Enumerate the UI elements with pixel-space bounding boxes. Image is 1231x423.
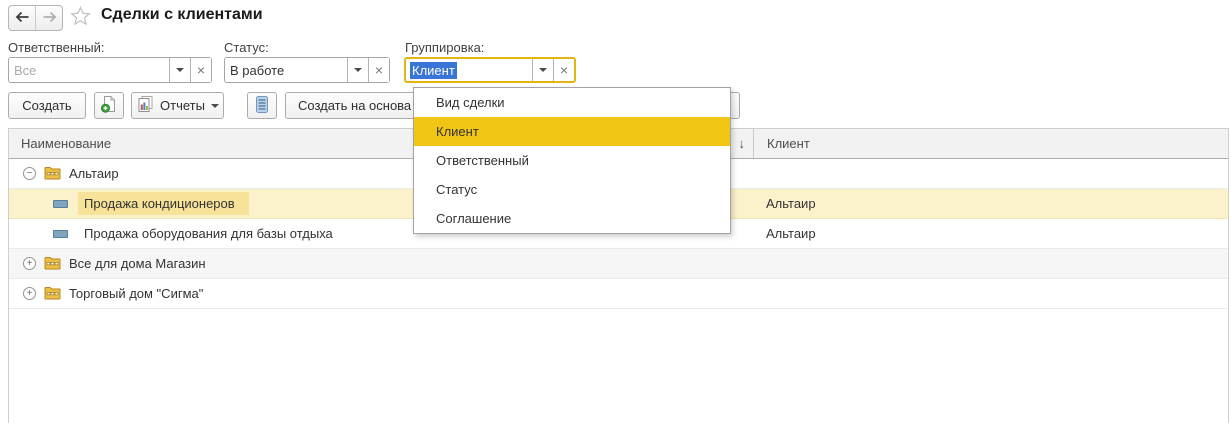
group-name: Все для дома Магазин (69, 256, 206, 271)
group-folder-icon (44, 257, 61, 270)
status-field: × (224, 57, 390, 83)
chevron-down-icon (176, 68, 184, 72)
grouping-dropdown: Вид сделки Клиент Ответственный Статус Согла… (413, 87, 731, 234)
deal-item-icon (53, 199, 68, 208)
dropdown-option[interactable]: Ответственный (414, 146, 730, 175)
deal-name: Продажа оборудования для базы отдыха (84, 226, 333, 241)
grouping-input[interactable]: Клиент (406, 59, 532, 81)
status-input[interactable] (225, 58, 347, 82)
grouping-clear-button[interactable]: × (553, 59, 574, 81)
grouping-dropdown-button[interactable] (532, 59, 553, 81)
forward-icon (42, 11, 57, 26)
group-name: Альтаир (69, 166, 119, 181)
new-document-plus-icon (100, 95, 118, 116)
dropdown-option[interactable]: Статус (414, 175, 730, 204)
filter-label-grouping: Группировка: (405, 40, 485, 55)
cell-name: + Все для дома Магазин (9, 249, 753, 278)
cell-client: Альтаир (766, 226, 816, 241)
cell-client (753, 159, 1228, 188)
chevron-down-icon (354, 68, 362, 72)
reports-button[interactable]: Отчеты (131, 92, 224, 119)
back-icon (15, 11, 30, 26)
chevron-down-icon (210, 103, 219, 108)
report-chart-icon (136, 95, 154, 116)
column-header-client-label: Клиент (767, 136, 810, 151)
page-title: Сделки с клиентами (101, 6, 263, 23)
new-group-button[interactable] (94, 92, 124, 119)
sort-descending-icon: ↓ (738, 136, 746, 151)
create-button-label: Создать (22, 98, 72, 113)
related-list-icon (256, 95, 268, 116)
related-documents-button[interactable] (247, 92, 277, 119)
responsible-field: × (8, 57, 212, 83)
cell-client: Альтаир (766, 196, 816, 211)
cell-name: + Торговый дом "Сигма" (9, 279, 753, 308)
responsible-dropdown-button[interactable] (169, 58, 190, 82)
group-name: Торговый дом "Сигма" (69, 286, 204, 301)
deal-name: Продажа кондиционеров (78, 192, 249, 215)
group-folder-icon (44, 287, 61, 300)
chevron-down-icon (539, 68, 547, 72)
create-button[interactable]: Создать (8, 92, 86, 119)
expand-toggle-icon[interactable]: + (23, 287, 36, 300)
reports-button-label: Отчеты (160, 98, 205, 113)
grouping-field: Клиент × (404, 57, 576, 83)
cell-client (753, 279, 1228, 308)
history-nav (8, 5, 63, 31)
collapse-toggle-icon[interactable]: − (23, 167, 36, 180)
filter-label-status: Статус: (224, 40, 269, 55)
app-window: Сделки с клиентами Ответственный: Статус… (0, 0, 1231, 423)
forward-button[interactable] (35, 6, 62, 30)
table-row-group[interactable]: + Торговый дом "Сигма" (9, 279, 1228, 309)
filter-label-responsible: Ответственный: (8, 40, 105, 55)
group-folder-icon (44, 167, 61, 180)
responsible-input[interactable] (9, 58, 169, 82)
expand-toggle-icon[interactable]: + (23, 257, 36, 270)
dropdown-option[interactable]: Вид сделки (414, 88, 730, 117)
status-dropdown-button[interactable] (347, 58, 368, 82)
grouping-selected-text: Клиент (410, 61, 457, 79)
dropdown-option[interactable]: Соглашение (414, 204, 730, 233)
favorite-star-icon[interactable] (70, 5, 91, 29)
dropdown-option[interactable]: Клиент (414, 117, 730, 146)
cell-client (753, 249, 1228, 278)
status-clear-button[interactable]: × (368, 58, 389, 82)
column-header-name-label: Наименование (21, 136, 112, 151)
column-header-client[interactable]: Клиент (753, 129, 1228, 158)
clear-icon: × (559, 62, 569, 78)
deal-item-icon (53, 229, 68, 238)
clear-icon: × (196, 62, 206, 78)
back-button[interactable] (9, 6, 35, 30)
create-based-on-label: Создать на основа (298, 98, 412, 113)
table-row-group[interactable]: + Все для дома Магазин (9, 249, 1228, 279)
clear-icon: × (374, 62, 384, 78)
responsible-clear-button[interactable]: × (190, 58, 211, 82)
